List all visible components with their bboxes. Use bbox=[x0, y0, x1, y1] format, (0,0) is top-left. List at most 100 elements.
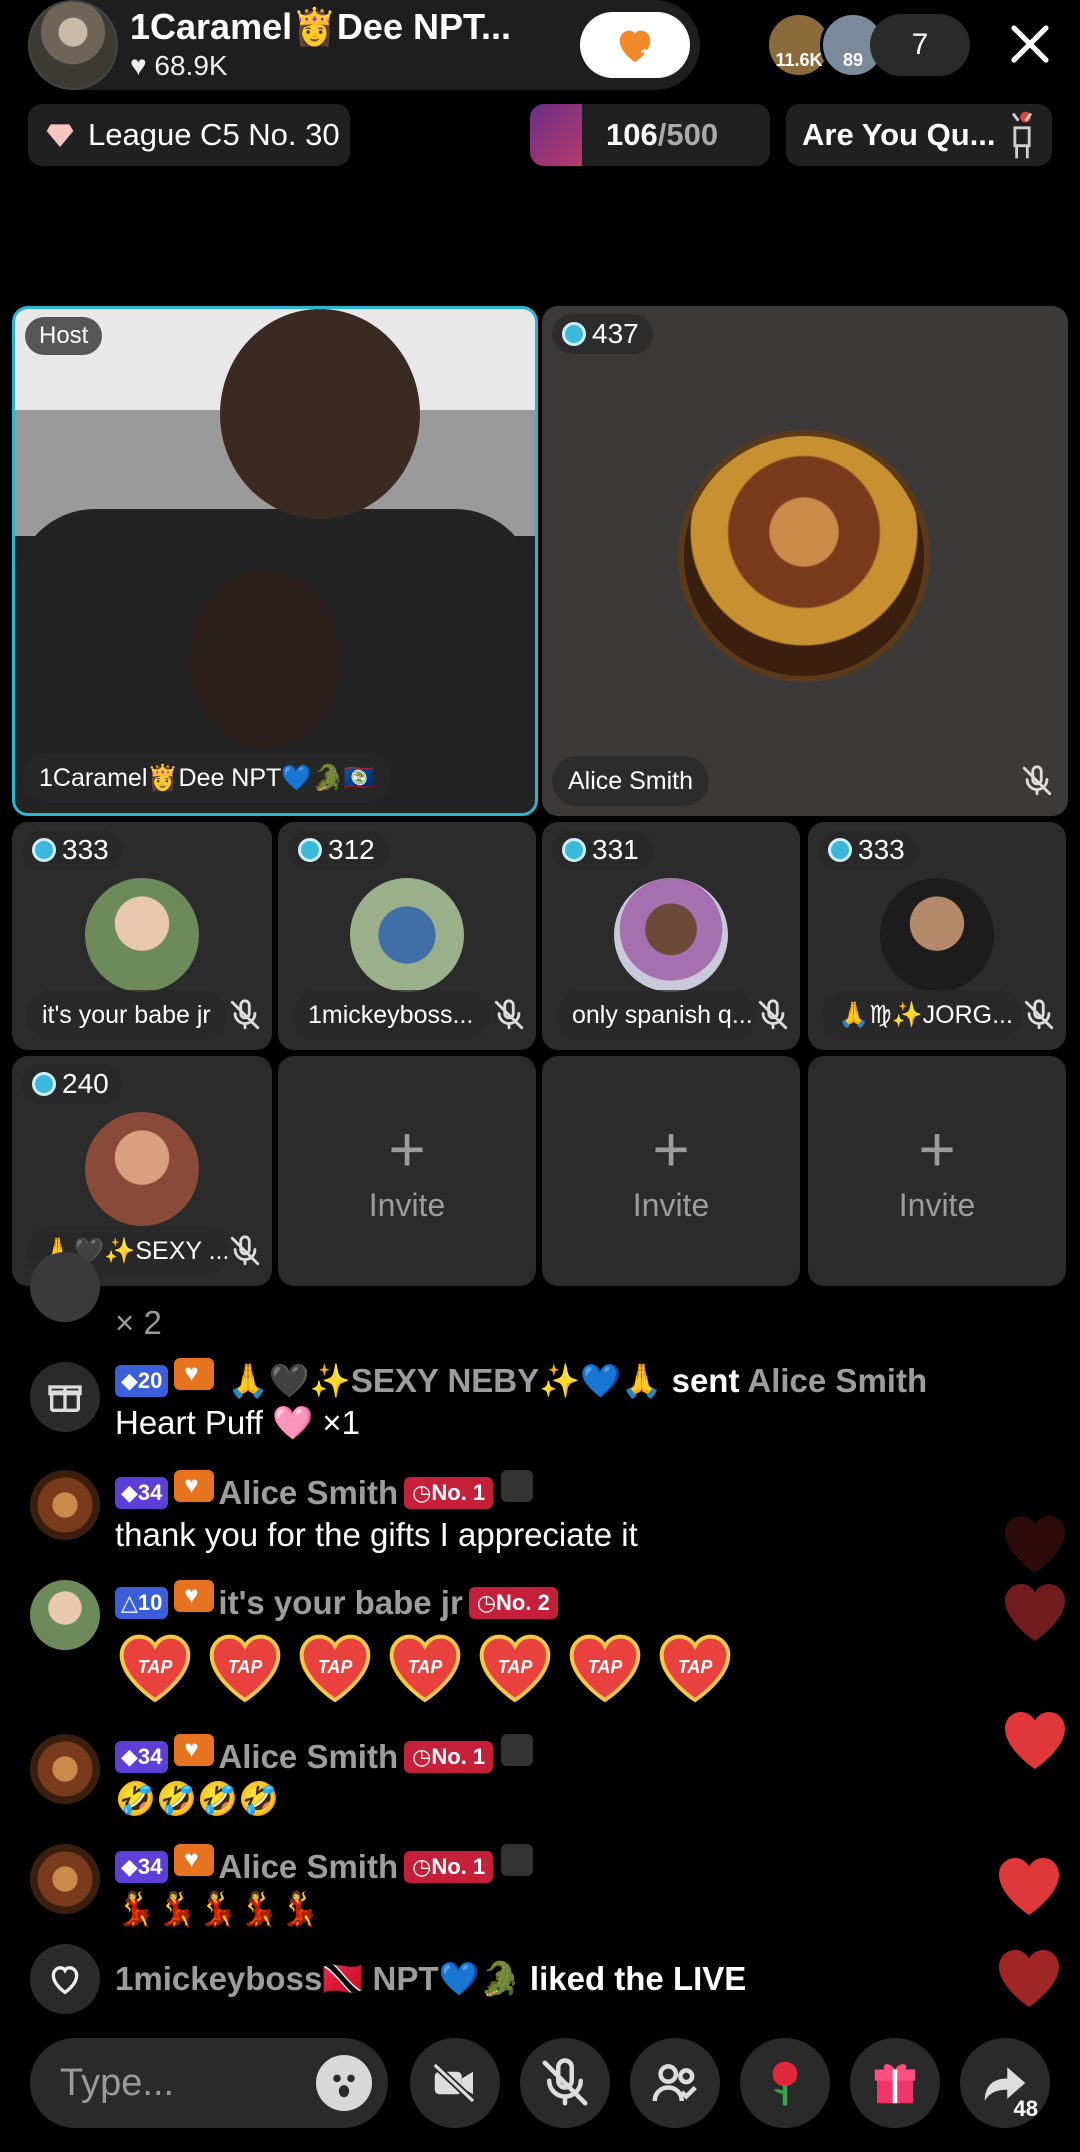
chat-avatar[interactable] bbox=[30, 1734, 100, 1804]
rank-badge: ◷ No. 1 bbox=[404, 1741, 494, 1773]
tap-label: TAP bbox=[497, 1657, 533, 1677]
host-likes-count: 68.9K bbox=[154, 50, 228, 81]
guest-tile[interactable]: 331 only spanish q... bbox=[542, 822, 800, 1050]
tap-sticker: TAP bbox=[295, 1630, 375, 1703]
moderator-icon bbox=[501, 1844, 534, 1876]
quest-chip[interactable]: Are You Qu... bbox=[786, 104, 1052, 166]
score-value: 437 bbox=[592, 318, 639, 349]
goal-total: /500 bbox=[657, 117, 719, 152]
gift-item: Heart Puff 🩷 ×1 bbox=[115, 1404, 361, 1441]
chat-username[interactable]: 1mickeyboss🇹🇹 NPT💙🐊 bbox=[115, 1960, 521, 1997]
chat-text: 🤣🤣🤣🤣 bbox=[115, 1780, 280, 1817]
invite-slot[interactable]: + Invite bbox=[278, 1056, 536, 1286]
tap-sticker: TAP bbox=[115, 1630, 195, 1703]
plus-icon: + bbox=[652, 1112, 690, 1185]
share-button[interactable]: 48 bbox=[960, 2038, 1050, 2128]
mic-muted-icon bbox=[1022, 765, 1052, 796]
score-icon bbox=[828, 838, 852, 862]
diamond-icon bbox=[46, 124, 74, 147]
chat-username[interactable]: 🙏🖤✨SEXY NEBY✨💙🙏 bbox=[228, 1362, 663, 1399]
tap-sticker: TAP bbox=[565, 1630, 645, 1703]
chat-avatar[interactable] bbox=[30, 1470, 100, 1540]
guest-name: 1mickeyboss... bbox=[292, 990, 490, 1040]
invite-slot[interactable]: + Invite bbox=[808, 1056, 1066, 1286]
emoji-icon[interactable] bbox=[316, 2055, 372, 2111]
guests-button[interactable] bbox=[630, 2038, 720, 2128]
mic-muted-icon bbox=[1024, 999, 1054, 1030]
guest-tile[interactable]: 240 🙏🖤✨SEXY ... bbox=[12, 1056, 272, 1286]
camera-off-button[interactable] bbox=[410, 2038, 500, 2128]
chat-username[interactable]: Alice Smith bbox=[218, 1738, 398, 1775]
heart-icon: ♥ bbox=[130, 50, 147, 81]
gift-box-icon bbox=[30, 1362, 100, 1432]
chat-username[interactable]: Alice Smith bbox=[218, 1474, 398, 1511]
mic-muted-icon bbox=[758, 999, 788, 1030]
plus-icon: + bbox=[388, 1112, 426, 1185]
level-badge: ◆ 20 bbox=[115, 1365, 169, 1397]
chat-body: ◆ 34 Alice Smith◷ No. 1 💃💃💃💃💃 bbox=[115, 1844, 995, 1930]
guest-name: 🙏♍✨JORG... bbox=[822, 990, 1022, 1040]
guest-tile[interactable]: 312 1mickeyboss... bbox=[278, 822, 536, 1050]
mic-muted-icon bbox=[494, 999, 524, 1030]
gift-icon bbox=[874, 2064, 916, 2104]
floating-heart-icon bbox=[1005, 1712, 1065, 1769]
level-badge: ◆ 34 bbox=[115, 1741, 169, 1773]
mic-off-button[interactable] bbox=[520, 2038, 610, 2128]
floating-heart-icon bbox=[1005, 1516, 1065, 1573]
chat-username[interactable]: Alice Smith bbox=[747, 1362, 927, 1399]
follow-button[interactable]: 16 bbox=[580, 12, 690, 78]
moderator-icon bbox=[501, 1734, 534, 1766]
chat-username[interactable]: it's your babe jr bbox=[218, 1584, 462, 1621]
rose-gift-button[interactable] bbox=[740, 2038, 830, 2128]
guest-tile-alice[interactable]: 437 Alice Smith bbox=[542, 306, 1068, 816]
score-badge: 312 bbox=[288, 830, 389, 870]
fan-heart-badge bbox=[174, 1580, 215, 1612]
score-badge: 333 bbox=[22, 830, 123, 870]
league-chip[interactable]: League C5 No. 30 bbox=[28, 104, 350, 166]
gift-sent-word: sent bbox=[662, 1362, 748, 1399]
floating-heart-icon bbox=[999, 1950, 1059, 2007]
tap-sticker: TAP bbox=[655, 1630, 735, 1703]
rose-icon bbox=[772, 2061, 798, 2106]
goal-thumbnail bbox=[530, 104, 582, 166]
viewer-count[interactable]: 7 bbox=[870, 14, 970, 76]
chat-avatar[interactable] bbox=[30, 1844, 100, 1914]
score-icon bbox=[32, 1072, 56, 1096]
chat-partial-text: × 2 bbox=[115, 1304, 162, 1341]
comment-input[interactable]: Type... bbox=[30, 2038, 388, 2128]
host-avatar[interactable] bbox=[28, 0, 118, 90]
guest-tile[interactable]: 333 🙏♍✨JORG... bbox=[808, 822, 1066, 1050]
tap-sticker: TAP bbox=[385, 1630, 465, 1703]
close-icon[interactable] bbox=[1006, 20, 1054, 68]
guest-tile[interactable]: 333 it's your babe jr bbox=[12, 822, 272, 1050]
chat-body: 1mickeyboss🇹🇹 NPT💙🐊 liked the LIVE bbox=[115, 1958, 995, 2000]
score-value: 240 bbox=[62, 1068, 109, 1099]
chat-body: ◆ 20 🙏🖤✨SEXY NEBY✨💙🙏 sent Alice Smith He… bbox=[115, 1358, 995, 1444]
tap-label: TAP bbox=[407, 1657, 443, 1677]
tap-sticker: TAP bbox=[205, 1630, 285, 1703]
invite-slot[interactable]: + Invite bbox=[542, 1056, 800, 1286]
league-label: League C5 No. 30 bbox=[88, 117, 340, 152]
level-badge: △ 10 bbox=[115, 1587, 169, 1619]
chat-text: thank you for the gifts I appreciate it bbox=[115, 1516, 638, 1553]
chat-body: ◆ 34 Alice Smith◷ No. 1 🤣🤣🤣🤣 bbox=[115, 1734, 995, 1820]
gift-button[interactable] bbox=[850, 2038, 940, 2128]
tap-label: TAP bbox=[677, 1657, 713, 1677]
deer-icon bbox=[1011, 111, 1033, 159]
guest-avatar bbox=[85, 878, 199, 992]
tap-label: TAP bbox=[227, 1657, 263, 1677]
host-likes: ♥ 68.9K bbox=[130, 50, 228, 82]
host-video bbox=[15, 309, 535, 813]
score-icon bbox=[298, 838, 322, 862]
score-badge: 240 bbox=[22, 1064, 123, 1104]
goal-current: 106 bbox=[606, 117, 658, 152]
plus-icon: + bbox=[918, 1112, 956, 1185]
host-video-tile[interactable]: Host 1Caramel👸Dee NPT💙🐊🇧🇿 bbox=[12, 306, 538, 816]
chat-avatar[interactable] bbox=[30, 1580, 100, 1650]
goal-chip[interactable]: 106 /500 bbox=[530, 104, 770, 166]
score-value: 333 bbox=[62, 834, 109, 865]
like-text: liked the LIVE bbox=[520, 1960, 747, 1997]
chat-username[interactable]: Alice Smith bbox=[218, 1848, 398, 1885]
mic-muted-icon bbox=[230, 1235, 260, 1266]
invite-label: Invite bbox=[898, 1186, 976, 1223]
